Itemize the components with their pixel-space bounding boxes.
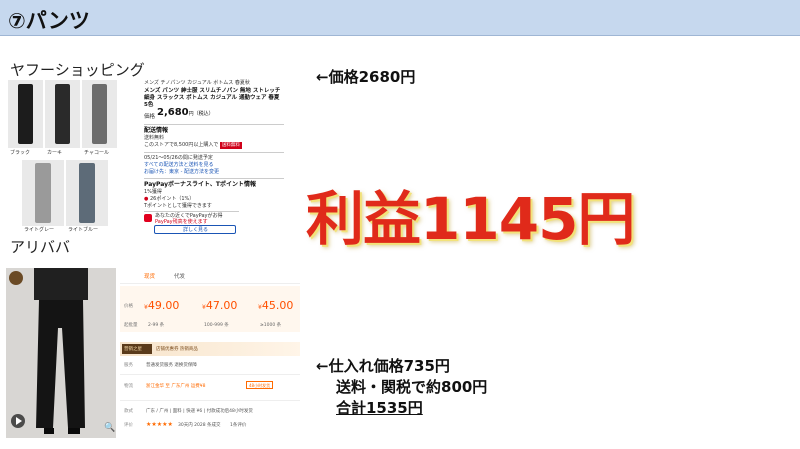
paypay-icon [144, 214, 152, 222]
rating-stars: ★★★★★ [146, 421, 173, 428]
yahoo-label: ヤフーショッピング [10, 61, 145, 79]
swatch-label: ライトグレー [24, 227, 55, 233]
product-thumbnail[interactable] [22, 160, 64, 226]
price-tier: ¥45.00 [258, 299, 294, 312]
swatch-label: ブラック [10, 150, 31, 156]
slide-header: ⑦パンツ [0, 0, 800, 36]
alibaba-product-photo[interactable]: 🔍 [6, 268, 116, 438]
price-tier: ¥47.00 [202, 299, 238, 312]
area-link[interactable]: お届け先：東京 - 配送方法を変更 [144, 169, 219, 176]
profit-headline: 利益1145円 [306, 185, 635, 253]
rating-label: 评价 [124, 423, 133, 428]
logistics-badge: 48小时发货 [246, 381, 274, 389]
swatch-label: カーキ [47, 150, 63, 156]
qty-range: 100-999 条 [204, 323, 229, 328]
cost-line-1: ←仕入れ価格735円 [316, 357, 450, 375]
price-note: ←価格2680円 [316, 68, 416, 86]
cost-note: ←仕入れ価格735円 送料・関税で約800円 合計1535円 [316, 356, 487, 419]
style-text: 广东 / 广州 | 面料 | 快递 ¥6 | 付款成功后48小时发货 [146, 409, 253, 414]
rating-text: 30天内 2028 条成交 [178, 423, 221, 428]
delivery-date: 05/21〜05/26の間に発送予定 [144, 155, 213, 161]
swatch-label: ライトブルー [68, 227, 99, 233]
product-thumbnail[interactable] [82, 80, 117, 148]
price-label: 价格 [124, 304, 133, 309]
pants-model-image [34, 268, 88, 434]
promo-text: 店铺优惠券 热销商品 [156, 347, 198, 352]
logistics-label: 物流 [124, 384, 133, 389]
shipping-heading: 配送情報 [144, 127, 169, 134]
slide-title: ⑦パンツ [8, 9, 90, 33]
point-note: Tポイントとして獲得できます [144, 203, 212, 209]
price-label: 価格 [144, 114, 156, 120]
price-tiers: 价格 ¥49.00 ¥47.00 ¥45.00 起批量 2-99 条 100-9… [120, 286, 300, 332]
alibaba-label: アリババ [10, 238, 71, 256]
qty-range: 2-99 条 [148, 323, 165, 328]
price-tier: ¥49.00 [144, 299, 180, 312]
zoom-icon[interactable]: 🔍 [104, 423, 115, 433]
free-shipping-badge: 送料無料 [219, 142, 242, 149]
play-video-icon[interactable] [11, 414, 25, 428]
yahoo-product-screenshot: ブラック カーキ チャコール ライトグレー ライトブルー メンズ チノパンツ カ… [8, 80, 293, 234]
tab-dropship[interactable]: 代发 [174, 272, 185, 280]
qty-label: 起批量 [124, 323, 138, 328]
shipping-fee: 送料無料 [144, 135, 165, 141]
swatch-label: チャコール [84, 150, 109, 156]
point-line: ● 26ポイント（1%） [144, 196, 195, 202]
paypay-heading: PayPayボーナスライト、Tポイント情報 [144, 181, 256, 188]
service-label: 服务 [124, 363, 133, 368]
product-thumbnail[interactable] [66, 160, 108, 226]
style-label: 款式 [124, 409, 133, 414]
logistics-text: 浙江金华 至 广东广州 运费¥8 [146, 384, 206, 389]
service-text: 普通发货服务 退换货保障 [146, 363, 197, 368]
purchase-tabs: 现货 代发 [120, 268, 300, 284]
product-price: 2,680円（税込） [157, 107, 214, 118]
tab-spot[interactable]: 现货 [144, 272, 155, 280]
delivery-link[interactable]: すべての配送方法と送料を見る [144, 162, 213, 169]
shipping-condition: このストアで8,500円以上購入で 送料無料 [144, 142, 242, 149]
qty-range: ≥1000 条 [260, 323, 282, 328]
rating-extra[interactable]: 1条评价 [230, 422, 246, 428]
product-title: メンズ パンツ 紳士服 スリムチノパン 無地 ストレッチ 細身 スラックス ボト… [144, 88, 281, 108]
promo-tag: 营销之星 [122, 344, 152, 354]
cost-line-2: 送料・関税で約800円 [336, 378, 488, 396]
breadcrumb[interactable]: メンズ チノパンツ カジュアル ボトムス 春夏秋 [144, 80, 250, 87]
cost-line-3: 合計1535円 [336, 399, 423, 417]
product-thumbnail[interactable] [8, 80, 43, 148]
paypay-details-button[interactable]: 詳しく見る [154, 225, 236, 234]
alibaba-product-panel: 现货 代发 价格 ¥49.00 ¥47.00 ¥45.00 起批量 2-99 条… [120, 268, 300, 438]
promo-banner[interactable]: 营销之星 店铺优惠券 热销商品 [120, 342, 300, 356]
point-rate: 1%獲得 [144, 189, 162, 195]
product-thumbnail[interactable] [45, 80, 80, 148]
